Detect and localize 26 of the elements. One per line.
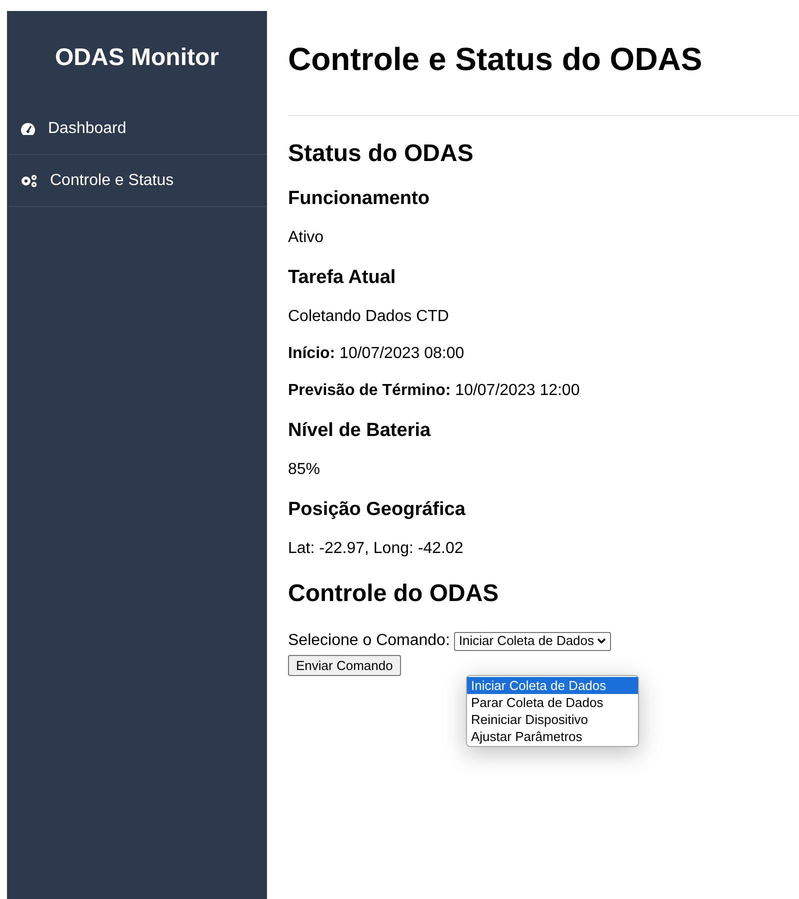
subsection-heading: Nível de Bateria: [288, 420, 432, 442]
dropdown-option[interactable]: Reiniciar Dispositivo: [467, 711, 638, 728]
dropdown-option[interactable]: Iniciar Coleta de Dados: [467, 677, 638, 694]
status-text: Ativo: [288, 228, 325, 247]
status-text: 85%: [288, 460, 322, 479]
sidebar-title: ODAS Monitor: [54, 43, 220, 73]
dropdown-option[interactable]: Ajustar Parâmetros: [467, 728, 638, 745]
subsection-heading: Funcionamento: [288, 188, 430, 210]
gauge-icon: [20, 122, 36, 136]
status-text: Previsão de Término: 10/07/2023 12:00: [288, 381, 581, 400]
subsection-heading: Tarefa Atual: [288, 267, 397, 289]
status-text: Início: 10/07/2023 08:00: [288, 344, 466, 363]
send-command-button[interactable]: Enviar Comando: [288, 655, 401, 676]
subsection-heading: Posição Geográfica: [288, 499, 466, 521]
command-select[interactable]: Iniciar Coleta de Dados: [454, 632, 612, 650]
status-text: Coletando Dados CTD: [288, 307, 450, 326]
page-title: Controle e Status do ODAS: [288, 40, 704, 78]
sidebar-item[interactable]: Controle e Status: [7, 155, 267, 207]
chevron-icon: [597, 638, 606, 644]
command-label: Selecione o Comando:: [288, 631, 450, 651]
dropdown-option[interactable]: Parar Coleta de Dados: [467, 694, 638, 711]
section-heading: Controle do ODAS: [288, 580, 500, 608]
sidebar-item[interactable]: Dashboard: [7, 103, 267, 155]
section-heading: Status do ODAS: [288, 140, 474, 168]
status-text: Lat: -22.97, Long: -42.02: [288, 539, 464, 558]
gears-icon: [20, 174, 38, 188]
